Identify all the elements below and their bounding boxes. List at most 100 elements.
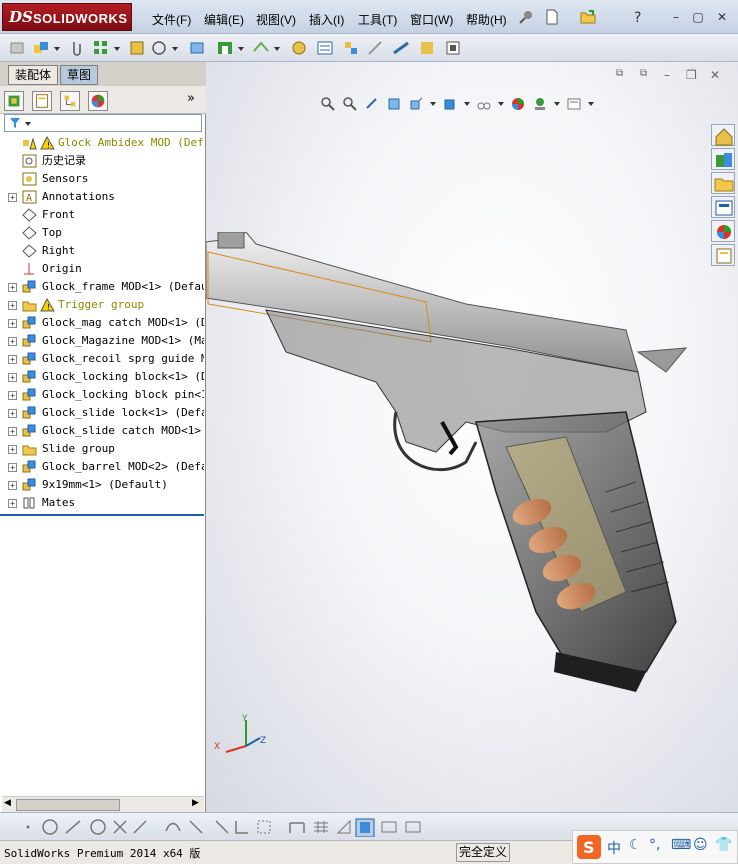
sogou-logo-icon[interactable]: S — [577, 835, 601, 859]
paperclip-icon[interactable] — [68, 39, 86, 57]
expand-toggle-icon[interactable]: + — [8, 445, 17, 454]
tree-item[interactable]: + Glock_recoil sprg guide MOD — [0, 350, 204, 368]
tree-item[interactable]: ! Glock Ambidex MOD (Default — [0, 134, 204, 152]
viewport-minimize-icon[interactable]: – — [664, 68, 670, 82]
filter-dropdown-arrow[interactable] — [25, 122, 31, 126]
expand-toggle-icon[interactable]: + — [8, 373, 17, 382]
menu-insert[interactable]: 插入(I) — [309, 11, 344, 28]
skin-icon[interactable]: 👕 — [715, 837, 732, 853]
expand-toggle-icon[interactable]: + — [8, 355, 17, 364]
viewport-close-icon[interactable]: ✕ — [710, 68, 720, 82]
tree-item[interactable]: + Glock_barrel MOD<2> (Defaul — [0, 458, 204, 476]
expand-toggle-icon[interactable]: + — [8, 499, 17, 508]
bill-of-materials-icon[interactable] — [316, 39, 334, 57]
tree-item[interactable]: + Glock_slide catch MOD<1> (D — [0, 422, 204, 440]
dropdown-arrow[interactable] — [554, 102, 560, 106]
close-button[interactable]: ✕ — [714, 10, 730, 24]
tree-filter-input[interactable] — [4, 114, 202, 132]
moon-icon[interactable]: ☾ — [629, 837, 642, 853]
edit-appearance-icon[interactable] — [510, 96, 526, 112]
keyboard-icon[interactable]: ⌨ — [671, 837, 691, 853]
tree-item[interactable]: +9x19mm<1> (Default) — [0, 476, 204, 494]
tree-item[interactable]: Sensors — [0, 170, 204, 188]
view-palette-icon[interactable] — [711, 196, 735, 218]
instant-3d-icon[interactable] — [444, 39, 462, 57]
new-document-icon[interactable] — [544, 9, 560, 25]
open-folder-icon[interactable] — [580, 9, 596, 25]
view-orientation-icon[interactable] — [408, 96, 424, 112]
tab-assembly[interactable]: 装配体 — [8, 65, 59, 85]
dropdown-arrow[interactable] — [54, 47, 60, 51]
user-icon[interactable]: ☺ — [693, 837, 708, 853]
tree-item[interactable]: + A Annotations — [0, 188, 204, 206]
assembly-icon[interactable] — [32, 39, 50, 57]
view-settings-icon[interactable] — [566, 96, 582, 112]
menu-tools[interactable]: 工具(T) — [358, 11, 397, 28]
graphics-area[interactable]: ⧉ ⧉ – ❐ ✕ Y X Z — [206, 62, 738, 812]
new-motion-study-icon[interactable] — [290, 39, 308, 57]
solidworks-logo[interactable]: DS SOLIDWORKS — [2, 3, 132, 31]
dropdown-arrow[interactable] — [464, 102, 470, 106]
clearance-verification-icon[interactable] — [418, 39, 436, 57]
expand-toggle-icon[interactable]: + — [8, 391, 17, 400]
smart-fasteners-icon[interactable] — [128, 39, 146, 57]
tree-item[interactable]: Origin — [0, 260, 204, 278]
section-view-icon[interactable] — [386, 96, 402, 112]
menu-window[interactable]: 窗口(W) — [410, 11, 453, 28]
custom-properties-icon[interactable] — [711, 244, 735, 266]
apply-scene-icon[interactable] — [532, 96, 548, 112]
tree-item[interactable]: + Glock_locking block pin<1> — [0, 386, 204, 404]
display-manager-icon[interactable] — [88, 91, 108, 111]
horizontal-scrollbar[interactable]: ◀ ▶ — [2, 796, 204, 812]
zoom-to-area-icon[interactable] — [342, 96, 358, 112]
maximize-button[interactable]: ▢ — [690, 10, 706, 24]
tree-item[interactable]: + Glock_mag catch MOD<1> (Def — [0, 314, 204, 332]
tree-item[interactable]: + Slide group — [0, 440, 204, 458]
help-icon[interactable]: ? — [630, 9, 646, 25]
expand-toggle-icon[interactable]: + — [8, 463, 17, 472]
tree-item[interactable]: + Glock_Magazine MOD<1> (Mag — [0, 332, 204, 350]
zoom-to-fit-icon[interactable] — [320, 96, 336, 112]
expand-toggle-icon[interactable]: + — [8, 481, 17, 490]
tree-item[interactable]: Front — [0, 206, 204, 224]
explode-line-sketch-icon[interactable] — [366, 39, 384, 57]
dropdown-arrow[interactable] — [114, 47, 120, 51]
menu-file[interactable]: 文件(F) — [152, 11, 191, 28]
split-view-icon[interactable]: ⧉ — [616, 68, 623, 79]
menu-help[interactable]: 帮助(H) — [466, 11, 507, 28]
tree-item[interactable]: + Glock_frame MOD<1> (Default — [0, 278, 204, 296]
expand-panel-icon[interactable]: » — [187, 91, 195, 106]
minimize-button[interactable]: – — [668, 10, 684, 24]
pin-icon[interactable] — [518, 9, 534, 25]
configuration-manager-icon[interactable] — [60, 91, 80, 111]
file-explorer-icon[interactable] — [711, 172, 735, 194]
scroll-left-arrow[interactable]: ◀ — [4, 798, 11, 808]
dropdown-arrow[interactable] — [274, 47, 280, 51]
previous-view-icon[interactable] — [364, 96, 380, 112]
display-style-icon[interactable] — [442, 96, 458, 112]
property-manager-icon[interactable] — [32, 91, 52, 111]
glock-pistol-model[interactable] — [206, 232, 738, 702]
expand-toggle-icon[interactable]: + — [8, 427, 17, 436]
hide-show-items-icon[interactable] — [476, 96, 492, 112]
tree-item[interactable]: +! Trigger group — [0, 296, 204, 314]
reference-geometry-icon[interactable] — [252, 39, 270, 57]
tree-item[interactable]: Right — [0, 242, 204, 260]
tree-item[interactable]: 历史记录 — [0, 152, 204, 170]
make-assembly-icon[interactable] — [8, 39, 26, 57]
dropdown-arrow[interactable] — [238, 47, 244, 51]
menu-edit[interactable]: 编辑(E) — [204, 11, 244, 28]
tree-item[interactable]: + Glock_locking block<1> (Def — [0, 368, 204, 386]
split-view-2-icon[interactable]: ⧉ — [640, 68, 647, 79]
component-pattern-icon[interactable] — [92, 39, 110, 57]
expand-toggle-icon[interactable]: + — [8, 337, 17, 346]
scroll-right-arrow[interactable]: ▶ — [192, 798, 199, 808]
expand-toggle-icon[interactable]: + — [8, 319, 17, 328]
dropdown-arrow[interactable] — [588, 102, 594, 106]
move-component-icon[interactable] — [150, 39, 168, 57]
expand-toggle-icon[interactable]: + — [8, 193, 17, 202]
tree-item[interactable]: Top — [0, 224, 204, 242]
feature-manager-icon[interactable] — [4, 91, 24, 111]
tree-item[interactable]: + Mates — [0, 494, 204, 512]
menu-view[interactable]: 视图(V) — [256, 11, 296, 28]
